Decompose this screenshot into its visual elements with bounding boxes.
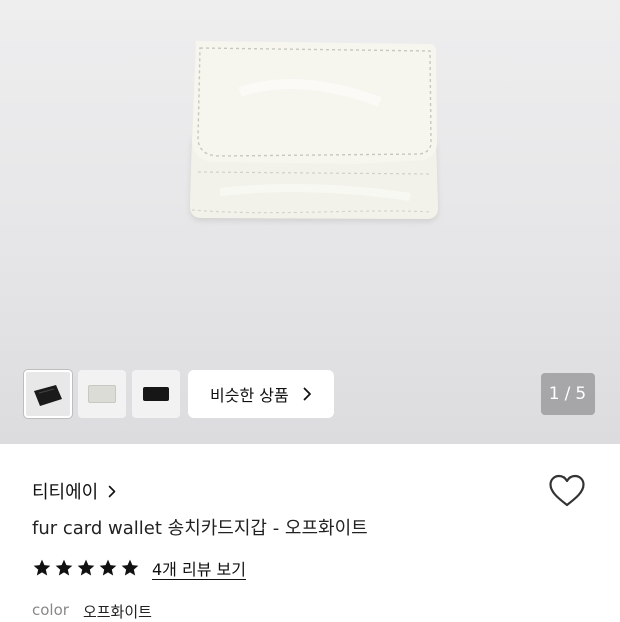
star-icon — [77, 559, 95, 576]
thumbnail-strip: 비슷한 상품 — [24, 370, 334, 418]
star-icon — [99, 559, 117, 576]
black-wallet-flat-thumbnail-icon — [143, 387, 169, 401]
review-link[interactable]: 4개 리뷰 보기 — [152, 556, 246, 580]
black-wallet-thumbnail-icon — [34, 385, 62, 406]
offwhite-wallet-thumbnail-icon — [88, 385, 116, 403]
brand-name: 티티에이 — [32, 482, 99, 503]
similar-products-button[interactable]: 비슷한 상품 — [188, 370, 334, 418]
product-title: fur card wallet 송치카드지갑 - 오프화이트 — [32, 518, 368, 539]
counter-separator: / — [564, 384, 572, 404]
product-photo — [190, 40, 438, 219]
star-rating — [32, 558, 140, 578]
counter-current: 1 — [548, 384, 561, 404]
heart-icon[interactable] — [548, 474, 586, 508]
color-value: 오프화이트 — [82, 603, 152, 621]
star-icon — [121, 559, 139, 576]
product-image-gallery[interactable]: 비슷한 상품 1 / 5 — [0, 0, 620, 444]
thumbnail-3[interactable] — [132, 370, 180, 418]
thumbnail-1[interactable] — [24, 370, 72, 418]
image-counter: 1 / 5 — [541, 373, 595, 415]
counter-total: 5 — [575, 384, 588, 404]
similar-products-label: 비슷한 상품 — [210, 386, 289, 405]
rating-row: 4개 리뷰 보기 — [32, 556, 246, 580]
thumbnail-2[interactable] — [78, 370, 126, 418]
brand-link[interactable]: 티티에이 — [32, 478, 116, 504]
chevron-right-icon — [108, 485, 116, 497]
star-icon — [33, 559, 51, 576]
star-icon — [55, 559, 73, 576]
color-option: color 오프화이트 — [32, 601, 152, 622]
color-label: color — [32, 601, 69, 619]
chevron-right-icon — [303, 387, 311, 401]
